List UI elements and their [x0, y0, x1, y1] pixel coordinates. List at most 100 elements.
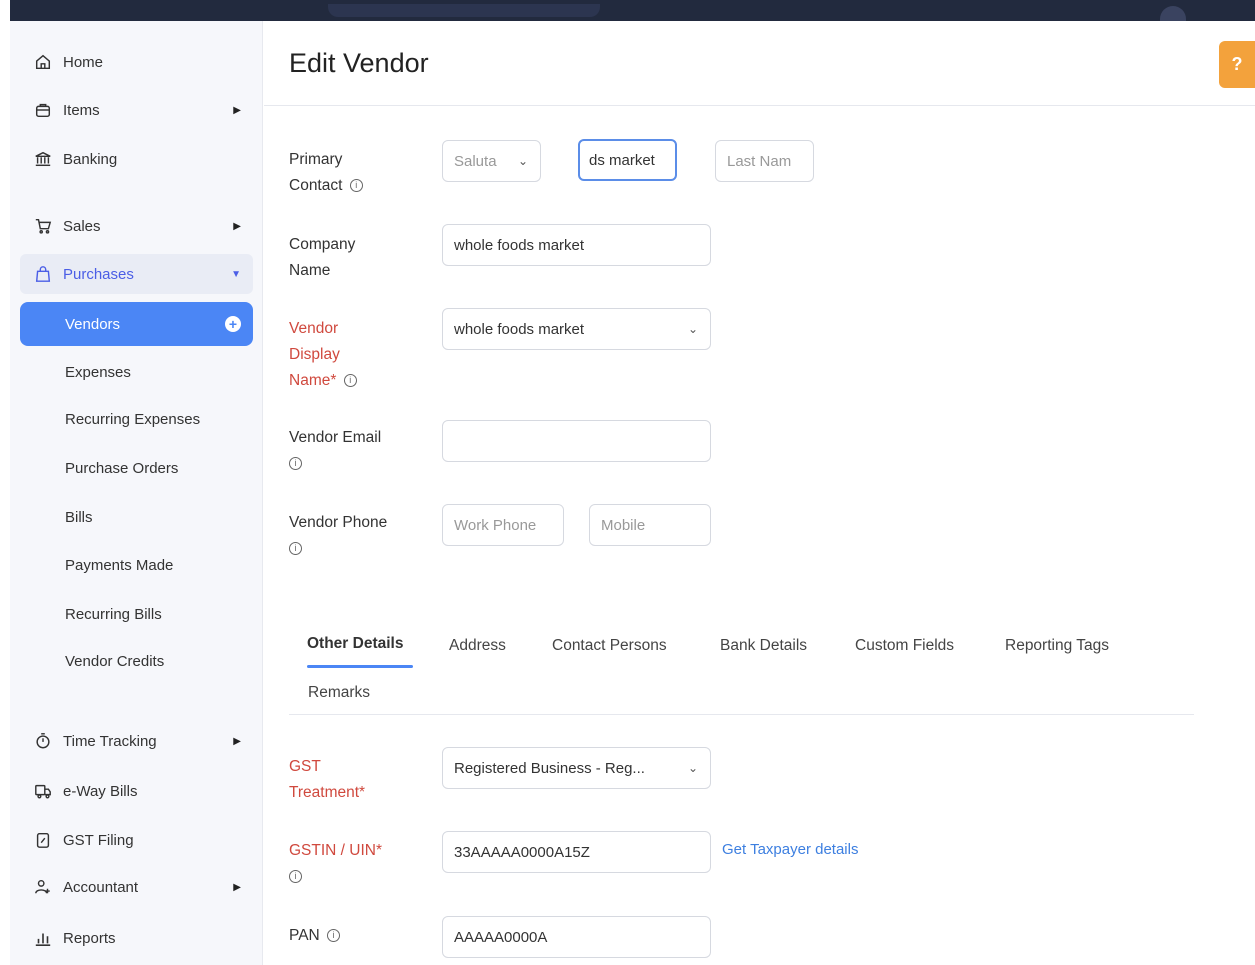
sidebar-subitem-payments-made[interactable]: Payments Made: [20, 543, 253, 587]
sidebar-item-label: e-Way Bills: [63, 782, 138, 800]
salutation-value: Saluta: [454, 152, 497, 170]
bag-icon: [32, 99, 54, 121]
gst-treatment-value: Registered Business - Reg...: [454, 759, 645, 777]
sidebar-item-label: Home: [63, 53, 104, 71]
main-content: Edit Vendor ? Primary Contact i Saluta ⌄…: [264, 21, 1255, 965]
sidebar-item-purchases[interactable]: Purchases ▼: [20, 254, 253, 294]
last-name-placeholder: Last Nam: [727, 152, 792, 170]
sidebar-subitem-label: Vendor Credits: [65, 652, 165, 670]
sidebar-subitem-purchase-orders[interactable]: Purchase Orders: [20, 446, 253, 490]
gst-treatment-select[interactable]: Registered Business - Reg... ⌄: [442, 747, 711, 789]
pan-input[interactable]: AAAAA0000A: [442, 916, 711, 958]
tab-custom-fields[interactable]: Custom Fields: [855, 637, 954, 655]
sidebar-subitem-bills[interactable]: Bills: [20, 495, 253, 539]
sidebar-item-home[interactable]: Home: [20, 42, 253, 82]
label-text: Primary Contact: [289, 151, 343, 194]
sidebar-subitem-label: Bills: [65, 508, 93, 526]
caret-down-icon: ▼: [231, 268, 241, 280]
info-icon[interactable]: i: [289, 457, 302, 471]
sidebar-subitem-expenses[interactable]: Expenses: [20, 350, 253, 394]
document-icon: [32, 829, 54, 851]
vendor-email-label: Vendor Email i: [289, 425, 409, 477]
cart-icon: [32, 215, 54, 237]
sidebar-item-banking[interactable]: Banking: [20, 139, 253, 179]
mobile-input[interactable]: Mobile: [589, 504, 711, 546]
company-name-value: whole foods market: [454, 236, 585, 254]
label-text: Vendor Email: [289, 429, 382, 446]
primary-contact-label: Primary Contact i: [289, 147, 399, 199]
active-tab-indicator: [307, 665, 413, 668]
chevron-down-icon: ⌄: [517, 154, 528, 168]
pan-label: PAN i: [289, 923, 389, 949]
first-name-input[interactable]: ds market: [578, 139, 677, 181]
add-icon[interactable]: +: [225, 316, 241, 332]
sidebar-item-reports[interactable]: Reports: [20, 918, 253, 958]
sidebar-subitem-label: Recurring Bills: [65, 605, 162, 623]
label-text: PAN: [289, 927, 320, 944]
sidebar-item-sales[interactable]: Sales ▶: [20, 206, 253, 246]
work-phone-input[interactable]: Work Phone: [442, 504, 564, 546]
get-taxpayer-details-link[interactable]: Get Taxpayer details: [722, 841, 858, 858]
search-bar[interactable]: [328, 4, 600, 17]
work-phone-placeholder: Work Phone: [454, 516, 537, 534]
company-name-input[interactable]: whole foods market: [442, 224, 711, 266]
top-bar: [10, 0, 1255, 21]
tab-other-details[interactable]: Other Details: [307, 635, 403, 653]
tabs-divider: [289, 714, 1194, 715]
sidebar-subitem-vendors[interactable]: Vendors +: [20, 302, 253, 346]
sidebar-subitem-label: Expenses: [65, 363, 131, 381]
info-icon[interactable]: i: [289, 542, 302, 556]
bank-icon: [32, 148, 54, 170]
sidebar-item-accountant[interactable]: Accountant ▶: [20, 867, 253, 907]
caret-right-icon: ▶: [233, 220, 241, 232]
sidebar-item-label: GST Filing: [63, 831, 134, 849]
vendor-email-input[interactable]: [442, 420, 711, 462]
sidebar-item-eway-bills[interactable]: e-Way Bills: [20, 771, 253, 811]
info-icon[interactable]: i: [327, 929, 341, 943]
sidebar: Home Items ▶ Banking Sales ▶ Purchases ▼…: [10, 21, 263, 965]
avatar[interactable]: [1160, 6, 1186, 21]
label-text: GSTIN / UIN*: [289, 842, 383, 859]
company-name-label: Company Name: [289, 236, 356, 279]
display-name-select[interactable]: whole foods market ⌄: [442, 308, 711, 350]
shopping-bag-icon: [32, 263, 54, 285]
label-text: Vendor Phone: [289, 514, 388, 531]
tab-bank-details[interactable]: Bank Details: [720, 637, 807, 655]
sidebar-item-label: Banking: [63, 150, 118, 168]
sidebar-subitem-label: Payments Made: [65, 556, 174, 574]
gstin-label: GSTIN / UIN* i: [289, 838, 409, 890]
sidebar-item-label: Purchases: [63, 265, 134, 283]
sidebar-subitem-recurring-expenses[interactable]: Recurring Expenses: [20, 397, 253, 441]
help-button[interactable]: ?: [1219, 41, 1255, 88]
sidebar-item-label: Sales: [63, 217, 101, 235]
page-title: Edit Vendor: [289, 48, 429, 78]
info-icon[interactable]: i: [289, 870, 302, 884]
sidebar-subitem-recurring-bills[interactable]: Recurring Bills: [20, 592, 253, 636]
bar-chart-icon: [32, 927, 54, 949]
gstin-input[interactable]: 33AAAAA0000A15Z: [442, 831, 711, 873]
tab-contact-persons[interactable]: Contact Persons: [552, 637, 667, 655]
display-name-label: Vendor Display Name* i: [289, 316, 369, 394]
truck-icon: [32, 780, 54, 802]
chevron-down-icon: ⌄: [687, 761, 698, 775]
sidebar-item-time-tracking[interactable]: Time Tracking ▶: [20, 721, 253, 761]
tab-reporting-tags[interactable]: Reporting Tags: [1005, 637, 1109, 655]
salutation-select[interactable]: Saluta ⌄: [442, 140, 541, 182]
info-icon[interactable]: i: [349, 179, 363, 193]
sidebar-item-items[interactable]: Items ▶: [20, 90, 253, 130]
info-icon[interactable]: i: [343, 374, 357, 388]
sidebar-subitem-label: Vendors: [65, 315, 121, 333]
sidebar-item-label: Time Tracking: [63, 732, 157, 750]
last-name-input[interactable]: Last Nam: [715, 140, 814, 182]
vendor-phone-label: Vendor Phone i: [289, 510, 409, 562]
caret-right-icon: ▶: [233, 104, 241, 116]
sidebar-item-gst-filing[interactable]: GST Filing: [20, 820, 253, 860]
tab-address[interactable]: Address: [449, 637, 506, 655]
sidebar-item-label: Reports: [63, 929, 116, 947]
gst-treatment-label: GST Treatment*: [289, 758, 366, 801]
user-plus-icon: [32, 876, 54, 898]
tab-remarks[interactable]: Remarks: [308, 684, 370, 702]
sidebar-item-label: Items: [63, 101, 100, 119]
sidebar-subitem-vendor-credits[interactable]: Vendor Credits: [20, 639, 253, 683]
gstin-value: 33AAAAA0000A15Z: [454, 843, 590, 861]
